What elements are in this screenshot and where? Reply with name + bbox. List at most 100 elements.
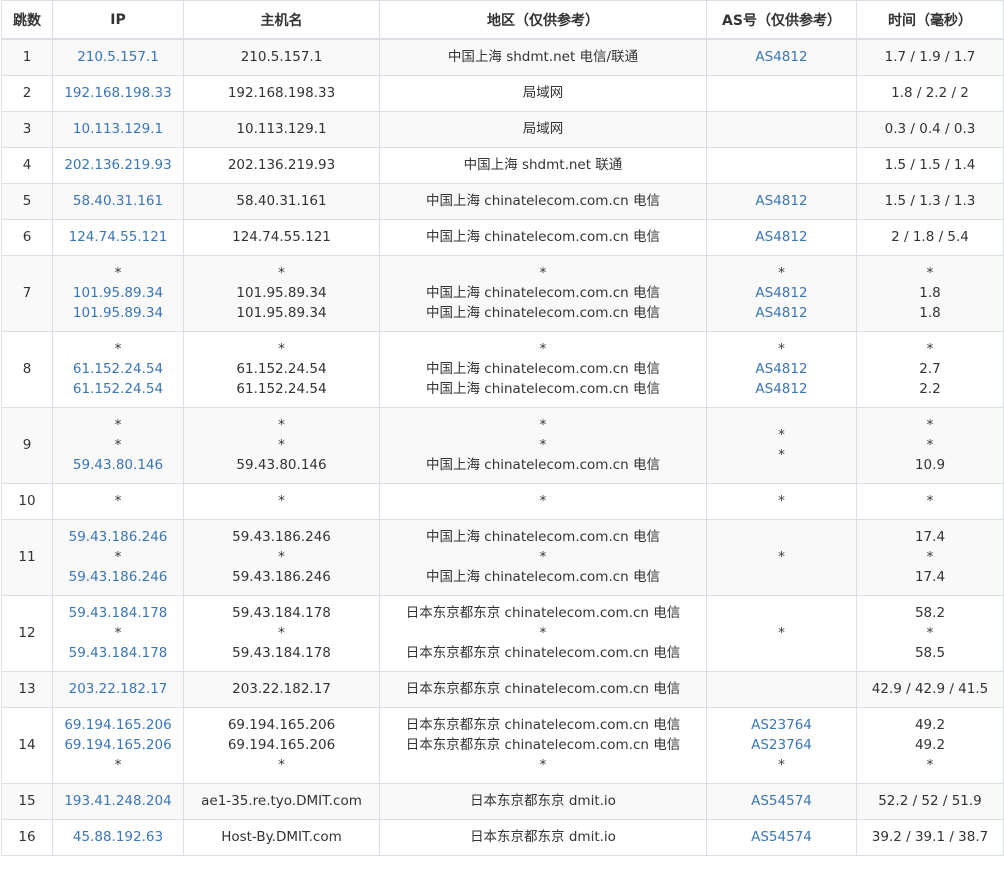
ip-link[interactable]: 192.168.198.33 (53, 83, 183, 103)
traceroute-table: 跳数 IP 主机名 地区（仅供参考） AS号（仅供参考） 时间（毫秒） 1 210… (1, 0, 1004, 856)
as-link[interactable]: AS4812 (707, 359, 856, 379)
as-link[interactable]: AS4812 (707, 283, 856, 303)
ip-link[interactable]: 69.194.165.206 (53, 735, 183, 755)
ip-link[interactable]: 10.113.129.1 (53, 119, 183, 139)
ip-cell: * 101.95.89.34 101.95.89.34 (52, 254, 184, 332)
as-cell: AS54574 (706, 818, 857, 856)
ip-link[interactable]: 59.43.184.178 (53, 643, 183, 663)
time-cell-text: 49.2 (914, 717, 946, 733)
as-link[interactable]: AS4812 (707, 47, 856, 67)
ip-cell: 203.22.182.17 (52, 670, 184, 708)
ip-link[interactable]: 58.40.31.161 (53, 191, 183, 211)
ip-link[interactable]: 210.5.157.1 (53, 47, 183, 67)
ip-link[interactable]: 61.152.24.54 (53, 379, 183, 399)
hop-cell: 14 (1, 706, 53, 784)
hop-number: 4 (22, 157, 32, 173)
table-row: 15 193.41.248.204 ae1-35.re.tyo.DMIT.com 日本… (1, 782, 1004, 820)
hop-cell: 10 (1, 482, 53, 520)
header-hostname: 主机名 (183, 0, 380, 40)
ip-link[interactable]: 61.152.24.54 (53, 359, 183, 379)
hostname-cell-text: 69.194.165.206 (227, 737, 336, 753)
time-cell-text: * (926, 625, 934, 641)
hostname-cell-text: 202.136.219.93 (227, 157, 336, 173)
hop-number: 16 (18, 829, 36, 845)
as-link[interactable]: AS23764 (707, 715, 856, 735)
as-cell (706, 670, 857, 708)
ip-link[interactable]: 59.43.80.146 (53, 455, 183, 475)
hop-number: 8 (22, 361, 32, 377)
as-cell-text: * (778, 341, 785, 357)
hop-number: 1 (22, 49, 32, 66)
ip-link[interactable]: 59.43.184.178 (53, 603, 183, 623)
hostname-cell: * * 59.43.80.146 (183, 406, 380, 484)
time-cell-text: * (926, 437, 934, 453)
region-cell-text: 日本东京都东京 dmit.io (470, 829, 616, 845)
as-link[interactable]: AS4812 (707, 227, 856, 247)
region-cell-text: 中国上海 chinatelecom.com.cn 电信 (425, 285, 661, 301)
table-row: 14 69.194.165.206 69.194.165.206 * 69.194.16… (1, 706, 1004, 784)
as-cell: * (706, 594, 857, 672)
ip-link[interactable]: 59.43.186.246 (53, 527, 183, 547)
hostname-cell-text: 59.43.186.246 (232, 569, 331, 585)
as-link[interactable]: AS4812 (707, 303, 856, 323)
region-cell-text: 中国上海 shdmt.net 联通 (463, 157, 623, 173)
as-link[interactable]: AS4812 (707, 191, 856, 211)
ip-link[interactable]: 124.74.55.121 (53, 227, 183, 247)
ip-link[interactable]: 101.95.89.34 (53, 303, 183, 323)
hop-cell: 8 (1, 330, 53, 408)
ip-link[interactable]: 202.136.219.93 (53, 155, 183, 175)
as-link[interactable]: AS4812 (707, 379, 856, 399)
hostname-cell-text: 124.74.55.121 (232, 229, 331, 245)
hostname-cell-text: 192.168.198.33 (227, 85, 336, 101)
region-cell-text: * (539, 549, 547, 565)
as-cell-text: * (778, 493, 785, 509)
hostname-cell: 59.43.184.178 * 59.43.184.178 (183, 594, 380, 672)
table-header-row: 跳数 IP 主机名 地区（仅供参考） AS号（仅供参考） 时间（毫秒） (1, 0, 1004, 40)
as-cell: AS4812 (706, 38, 857, 76)
time-cell-text: 1.8 (919, 305, 941, 321)
time-cell-text: 49.2 (914, 737, 946, 753)
ip-link[interactable]: 69.194.165.206 (53, 715, 183, 735)
ip-cell: * (52, 482, 184, 520)
region-cell-text: 中国上海 chinatelecom.com.cn 电信 (425, 569, 661, 585)
time-cell-text: 52.2 / 52 / 51.9 (878, 793, 982, 809)
hop-number: 12 (18, 625, 36, 641)
region-cell: 中国上海 chinatelecom.com.cn 电信 (379, 182, 707, 220)
ip-link[interactable]: 45.88.192.63 (53, 827, 183, 847)
hop-number: 9 (22, 437, 32, 453)
time-cell-text: * (926, 341, 934, 357)
as-cell: AS54574 (706, 782, 857, 820)
hop-number: 15 (18, 793, 36, 809)
hostname-cell: 59.43.186.246 * 59.43.186.246 (183, 518, 380, 596)
ip-cell-text: * (114, 625, 122, 641)
as-link[interactable]: AS54574 (707, 791, 856, 811)
region-cell: 中国上海 chinatelecom.com.cn 电信 * 中国上海 chinate… (379, 518, 707, 596)
region-cell: * 中国上海 chinatelecom.com.cn 电信 中国上海 chinate… (379, 254, 707, 332)
ip-link[interactable]: 101.95.89.34 (53, 283, 183, 303)
ip-cell-text: * (114, 493, 122, 509)
hop-cell: 4 (1, 146, 53, 184)
as-cell-text: * (778, 447, 785, 463)
as-cell (706, 74, 857, 112)
time-cell: 2 / 1.8 / 5.4 (856, 218, 1004, 256)
hostname-cell-text: 203.22.182.17 (232, 681, 331, 697)
region-cell-text: 日本东京都东京 chinatelecom.com.cn 电信 (405, 717, 681, 733)
region-cell: 局域网 (379, 74, 707, 112)
hop-number: 6 (22, 229, 32, 245)
region-cell-text: 日本东京都东京 chinatelecom.com.cn 电信 (405, 645, 681, 661)
ip-link[interactable]: 203.22.182.17 (53, 679, 183, 699)
time-cell-text: 58.2 (914, 605, 946, 621)
as-link[interactable]: AS23764 (707, 735, 856, 755)
ip-link[interactable]: 193.41.248.204 (53, 791, 183, 811)
table-row: 13 203.22.182.17 203.22.182.17 日本东京都东京 chin… (1, 670, 1004, 708)
hop-number: 7 (22, 285, 32, 301)
ip-cell: 45.88.192.63 (52, 818, 184, 856)
region-cell-text: * (539, 757, 547, 773)
time-cell-text: * (926, 493, 934, 509)
ip-link[interactable]: 59.43.186.246 (53, 567, 183, 587)
time-cell: 42.9 / 42.9 / 41.5 (856, 670, 1004, 708)
as-cell: AS4812 (706, 218, 857, 256)
as-link[interactable]: AS54574 (707, 827, 856, 847)
hop-cell: 2 (1, 74, 53, 112)
hostname-cell-text: 61.152.24.54 (236, 361, 327, 377)
